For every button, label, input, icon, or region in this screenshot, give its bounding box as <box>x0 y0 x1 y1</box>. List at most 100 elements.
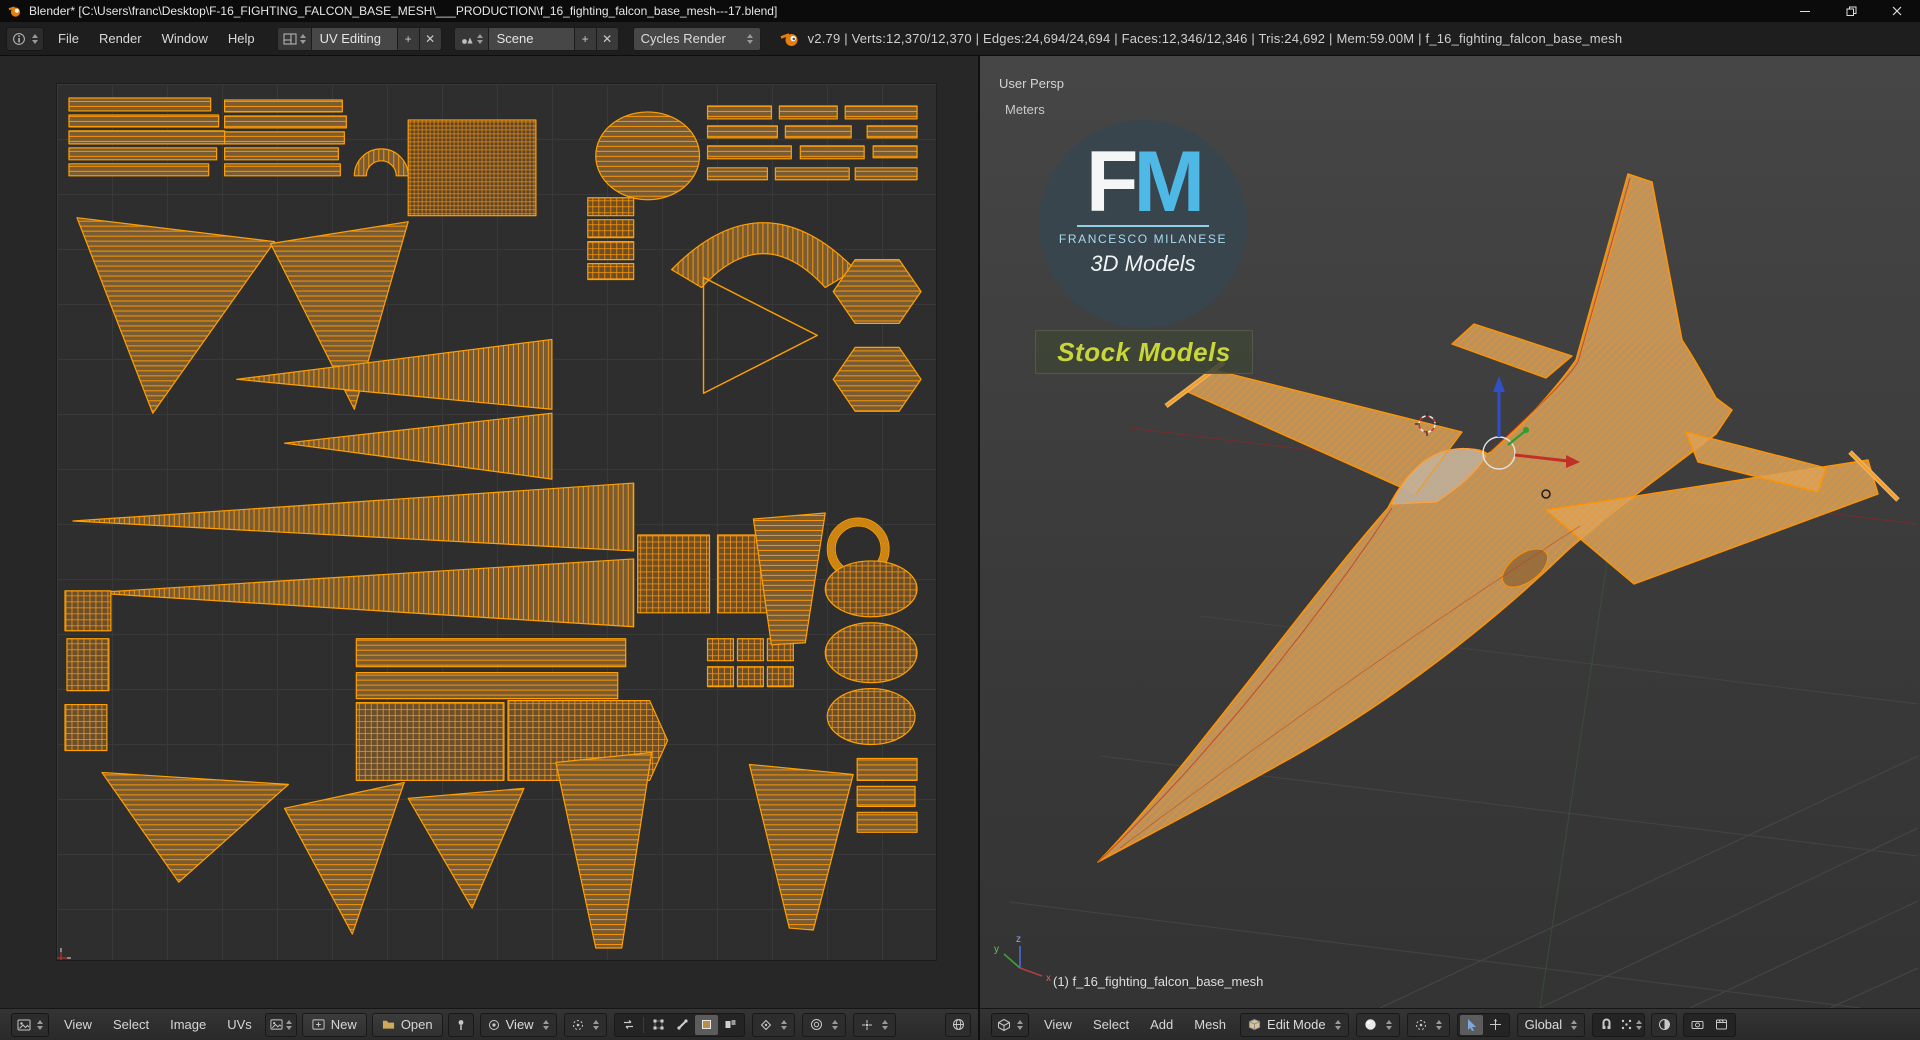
new-image-icon <box>312 1019 325 1030</box>
close-button[interactable] <box>1874 0 1920 22</box>
snap-increment-icon <box>1621 1019 1631 1030</box>
blender-logo-icon <box>780 32 798 46</box>
maximize-icon <box>1846 6 1856 16</box>
screen-layout-add-button[interactable]: + <box>397 26 420 51</box>
minimize-icon <box>1800 10 1810 12</box>
view-name-label: User Persp <box>999 76 1065 91</box>
screen-layout-delete-button[interactable]: ✕ <box>419 26 442 51</box>
uv-editor-header: View Select Image UVs New Open View <box>0 1008 978 1040</box>
uv-sync-select-toggle[interactable] <box>617 1015 640 1035</box>
viewport-3d[interactable]: x y z User Persp Meters FM FRANCESCO MIL… <box>980 56 1920 1040</box>
scene-selector: Scene + ✕ <box>453 26 619 51</box>
select-mode-vertex[interactable] <box>647 1015 670 1035</box>
select-mode-edge[interactable] <box>671 1015 694 1035</box>
manipulator-toggle[interactable] <box>1459 1014 1483 1035</box>
dropdown-arrows-icon <box>285 1019 292 1030</box>
new-image-label: New <box>330 1017 357 1032</box>
uv-islands <box>57 97 922 960</box>
uv-menu-uvs[interactable]: UVs <box>217 1009 262 1040</box>
occlude-icon <box>1658 1019 1670 1030</box>
pin-image-button[interactable] <box>447 1012 474 1037</box>
vp-menu-view[interactable]: View <box>1034 1009 1082 1040</box>
edit-mode-cube-icon <box>1248 1018 1261 1031</box>
vp-menu-select[interactable]: Select <box>1083 1009 1139 1040</box>
axis-label-z: z <box>1016 934 1021 945</box>
manipulator-group <box>1456 1012 1510 1037</box>
axis-label-y: y <box>994 944 999 955</box>
uv-menu-select[interactable]: Select <box>103 1009 159 1040</box>
status-stats: v2.79 | Verts:12,370/12,370 | Edges:24,6… <box>807 31 1623 46</box>
menu-file[interactable]: File <box>48 23 89 55</box>
pivot-center-dropdown[interactable] <box>1406 1012 1450 1037</box>
units-label: Meters <box>1005 102 1045 117</box>
browse-image-button[interactable] <box>264 1012 297 1037</box>
viewport-editor-type-button[interactable] <box>991 1012 1029 1037</box>
uv-menu-view[interactable]: View <box>54 1009 102 1040</box>
maximize-button[interactable] <box>1828 0 1874 22</box>
pin-icon <box>458 1019 464 1030</box>
orientation-dropdown[interactable]: Global <box>1516 1012 1586 1037</box>
open-image-button[interactable]: Open <box>371 1012 443 1037</box>
info-editor-type-button[interactable] <box>6 26 44 51</box>
screen-layout-name[interactable]: UV Editing <box>311 26 398 51</box>
info-editor-icon <box>13 32 25 45</box>
logo-name: FRANCESCO MILANESE <box>1058 231 1228 246</box>
scene-name[interactable]: Scene <box>488 26 575 51</box>
scene-add-button[interactable]: + <box>574 26 597 51</box>
sticky-select-dropdown[interactable] <box>751 1012 795 1037</box>
dropdown-arrows-icon <box>881 1019 888 1030</box>
dropdown-arrows-icon <box>1017 1019 1023 1030</box>
mode-dropdown[interactable]: Edit Mode <box>1240 1012 1349 1037</box>
new-image-button[interactable]: New <box>301 1012 367 1037</box>
normalized-display-toggle[interactable] <box>945 1012 971 1037</box>
uv-editor-type-button[interactable] <box>11 1012 49 1037</box>
uv-mode-dropdown[interactable]: View <box>479 1012 557 1037</box>
vp-menu-mesh[interactable]: Mesh <box>1184 1009 1236 1040</box>
dropdown-arrows-icon <box>592 1019 599 1030</box>
proportional-edit-dropdown[interactable] <box>801 1012 846 1037</box>
fm-logo: FM FRANCESCO MILANESE 3D Models <box>1039 120 1247 328</box>
opengl-render-image-button[interactable] <box>1686 1015 1709 1035</box>
select-mode-island[interactable] <box>719 1015 742 1035</box>
uv-sync-icon <box>623 1020 633 1029</box>
snap-toggle[interactable] <box>1595 1015 1618 1035</box>
uv-pivot-dropdown[interactable] <box>563 1012 607 1037</box>
snap-target-icon <box>861 1019 872 1030</box>
viewport-3d-icon <box>998 1018 1010 1031</box>
window-title: Blender* [C:\Users\franc\Desktop\F-16_FI… <box>29 4 778 18</box>
globe-icon <box>952 1019 964 1030</box>
scene-browse-button[interactable] <box>453 26 489 51</box>
uv-selection-group <box>613 1012 745 1037</box>
viewport-shading-dropdown[interactable] <box>1355 1012 1400 1037</box>
edge-select-icon <box>676 1019 688 1030</box>
snap-group <box>1592 1012 1646 1037</box>
image-icon <box>270 1019 283 1030</box>
vp-menu-add[interactable]: Add <box>1140 1009 1183 1040</box>
scene-delete-button[interactable]: ✕ <box>596 26 619 51</box>
occlude-geometry-toggle[interactable] <box>1651 1012 1678 1037</box>
uv-canvas[interactable] <box>56 83 937 961</box>
island-select-icon <box>725 1020 736 1028</box>
opengl-render-group <box>1683 1012 1737 1037</box>
menu-window[interactable]: Window <box>152 23 218 55</box>
render-engine-dropdown[interactable]: Cycles Render <box>632 26 761 51</box>
uv-image-editor[interactable]: View Select Image UVs New Open View <box>0 56 978 1040</box>
select-mode-face[interactable] <box>694 1014 718 1035</box>
manipulator-translate[interactable] <box>1484 1015 1507 1035</box>
uv-mode-value: View <box>505 1017 534 1032</box>
close-icon <box>1892 6 1902 16</box>
screen-layout-browse-button[interactable] <box>276 26 312 51</box>
uv-snap-dropdown[interactable] <box>852 1012 896 1037</box>
menu-render[interactable]: Render <box>89 23 152 55</box>
snap-element-dropdown[interactable] <box>1619 1015 1642 1035</box>
face-select-icon <box>701 1020 711 1029</box>
screen-layout-selector: UV Editing + ✕ <box>276 26 442 51</box>
opengl-render-anim-button[interactable] <box>1710 1015 1733 1035</box>
logo-tagline: 3D Models <box>1090 250 1196 276</box>
pivot-icon <box>1415 1019 1426 1030</box>
blender-app-icon <box>8 6 21 17</box>
minimize-button[interactable] <box>1782 0 1828 22</box>
shading-sphere-icon <box>1364 1019 1376 1030</box>
menu-help[interactable]: Help <box>218 23 265 55</box>
uv-menu-image[interactable]: Image <box>160 1009 216 1040</box>
